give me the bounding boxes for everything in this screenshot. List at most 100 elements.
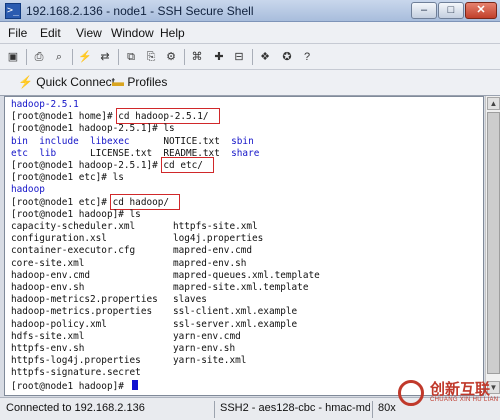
watermark-logo: 创新互联 CHUANG XIN HU LIAN — [398, 372, 498, 416]
print-icon[interactable]: ⎙ — [30, 48, 48, 66]
shell-prompt: [root@node1 home]# — [11, 111, 119, 123]
new-file-icon[interactable]: ✚ — [210, 48, 228, 66]
menu-edit[interactable]: Edit — [40, 26, 61, 40]
help-icon[interactable]: ✪ — [278, 48, 296, 66]
terminal-text: [root@node1 hadoop]# ls — [11, 208, 141, 220]
menu-view[interactable]: View — [76, 26, 102, 40]
close-button[interactable]: ✕ — [465, 2, 497, 19]
file-name: mapred-env.cmd — [173, 245, 253, 257]
file-name: mapred-queues.xml.template — [173, 269, 320, 281]
save-icon[interactable]: ▣ — [4, 48, 22, 66]
terminal-icon: >_ — [5, 3, 21, 19]
file-transfer-icon[interactable]: ⇄ — [96, 48, 114, 66]
toolbar-separator — [118, 49, 119, 65]
menu-bar: File Edit View Window Help — [0, 22, 500, 44]
settings-icon[interactable]: ⚙ — [162, 48, 180, 66]
watermark-brand: 创新互联 — [430, 381, 491, 398]
quick-connect-label: Quick Connect — [36, 75, 115, 89]
directory-name: etc lib — [11, 147, 91, 159]
terminal-line: [root@node1 hadoop]# — [11, 379, 138, 392]
toolbar-separator — [26, 49, 27, 65]
connection-status: Connected to 192.168.2.136 — [6, 402, 145, 414]
vertical-scrollbar[interactable]: ▲ ▼ — [485, 96, 500, 396]
profiles-button[interactable]: ▬ Profiles — [108, 73, 171, 93]
file-name: slaves — [173, 294, 207, 306]
profiles-label: Profiles — [127, 75, 168, 89]
toolbar: ▣ ⎙ ⌕ ⚡ ⇄ ⧉ ⎘ ⚙ ⌘ ✚ ⊟ ❖ ✪ ? — [0, 44, 500, 70]
terminal-output[interactable]: hadoop-2.5.1 [root@node1 home]# cd hadoop… — [4, 96, 484, 396]
file-name: hadoop-policy.xml — [11, 318, 107, 330]
file-name: hadoop-env.sh — [11, 282, 85, 293]
scroll-up-icon[interactable]: ▲ — [487, 97, 500, 110]
directory-name: hadoop — [11, 184, 45, 196]
title-bar: >_ 192.168.2.136 - node1 - SSH Secure Sh… — [0, 0, 500, 22]
terminal-line: hadoop-env.sh mapred-site.xml.template — [5, 282, 475, 294]
paste-icon[interactable]: ⎘ — [142, 48, 160, 66]
quick-connect-button[interactable]: ⚡ Quick Connect — [14, 73, 119, 93]
terminal-line: bin include libexec NOTICE.txt sbin — [11, 136, 254, 148]
file-name: ssl-server.xml.example — [173, 318, 298, 330]
file-name: mapred-env.sh — [173, 257, 247, 269]
file-name: ssl-client.xml.example — [173, 306, 298, 318]
maximize-button[interactable]: □ — [438, 2, 464, 19]
terminal-line: hadoop — [11, 184, 45, 196]
file-name: yarn-env.sh — [173, 343, 236, 354]
terminal-line: httpfs-signature.secret — [11, 367, 141, 379]
toolbar-separator — [72, 49, 73, 65]
file-name: httpfs-site.xml — [173, 221, 258, 232]
file-name: container-executor.cfg — [11, 245, 136, 257]
menu-file[interactable]: File — [8, 26, 27, 40]
text-cursor — [131, 379, 138, 390]
terminal-text: [root@node1 hadoop-2.5.1]# ls — [11, 123, 175, 135]
terminal-line: etc lib LICENSE.txt README.txt share — [11, 148, 259, 160]
file-name: hadoop-metrics.properties — [11, 306, 153, 318]
toolbar-separator — [184, 49, 185, 65]
terminal-size-status: 80x — [372, 401, 398, 418]
terminal-line: core-site.xml mapred-env.sh — [5, 258, 475, 270]
terminal-line: [root@node1 home]# cd hadoop-2.5.1/ — [11, 111, 209, 123]
shell-prompt: [root@node1 hadoop]# — [11, 380, 130, 392]
file-name: log4j.properties — [173, 233, 264, 245]
terminal-line: [root@node1 hadoop-2.5.1]# cd etc/ — [11, 160, 203, 172]
copy-icon[interactable]: ⧉ — [122, 48, 140, 66]
quick-connect-icon: ⚡ — [18, 75, 33, 89]
file-name: capacity-scheduler.xml — [11, 221, 136, 232]
terminal-line: [root@node1 hadoop]# ls — [11, 209, 141, 221]
terminal-line: hadoop-metrics.properties ssl-client.xml.… — [5, 306, 475, 318]
directory-name: bin include libexec — [11, 135, 164, 147]
terminal-line: container-executor.cfg mapred-env.cmd — [5, 245, 475, 257]
terminal-line: [root@node1 hadoop-2.5.1]# ls — [11, 123, 175, 135]
directory-name: share — [231, 147, 260, 159]
watermark-subtitle: CHUANG XIN HU LIAN — [430, 397, 499, 403]
file-name: yarn-site.xml — [173, 355, 247, 367]
terminal-text: [root@node1 etc]# ls — [11, 172, 124, 184]
file-name: hadoop-metrics2.properties — [11, 294, 158, 306]
highlighted-command: cd hadoop-2.5.1/ — [118, 111, 209, 123]
menu-help[interactable]: Help — [160, 26, 185, 40]
file-name: httpfs-log4j.properties — [11, 355, 141, 367]
highlighted-command: cd etc/ — [163, 160, 203, 171]
whats-this-icon[interactable]: ? — [298, 48, 316, 66]
binoculars-icon[interactable]: ⌘ — [188, 48, 206, 66]
open-folder-icon[interactable]: ⊟ — [230, 48, 248, 66]
terminal-line: hadoop-env.cmd mapred-queues.xml.template — [5, 270, 475, 282]
menu-window[interactable]: Window — [111, 26, 154, 40]
file-name: NOTICE.txt — [163, 135, 232, 147]
file-name: yarn-env.cmd — [173, 330, 241, 342]
quick-connect-icon[interactable]: ⚡ — [76, 48, 94, 66]
terminal-line: hadoop-policy.xml ssl-server.xml.example — [5, 319, 475, 331]
scroll-thumb[interactable] — [487, 112, 500, 374]
brand-logo-icon — [398, 380, 424, 406]
profile-icon[interactable]: ❖ — [256, 48, 274, 66]
file-name: core-site.xml — [11, 257, 85, 269]
folder-icon: ▬ — [112, 75, 124, 89]
file-name: configuration.xsl — [11, 233, 107, 245]
terminal-line: hdfs-site.xml yarn-env.cmd — [5, 331, 475, 343]
cipher-status: SSH2 - aes128-cbc - hmac-md5 — [214, 401, 370, 418]
terminal-text: httpfs-signature.secret — [11, 367, 141, 379]
minimize-button[interactable]: – — [411, 2, 437, 19]
file-name: httpfs-env.sh — [11, 343, 85, 354]
terminal-line: httpfs-env.sh yarn-env.sh — [5, 343, 475, 355]
terminal-line: capacity-scheduler.xml httpfs-site.xml — [5, 221, 475, 233]
find-icon[interactable]: ⌕ — [50, 48, 68, 66]
